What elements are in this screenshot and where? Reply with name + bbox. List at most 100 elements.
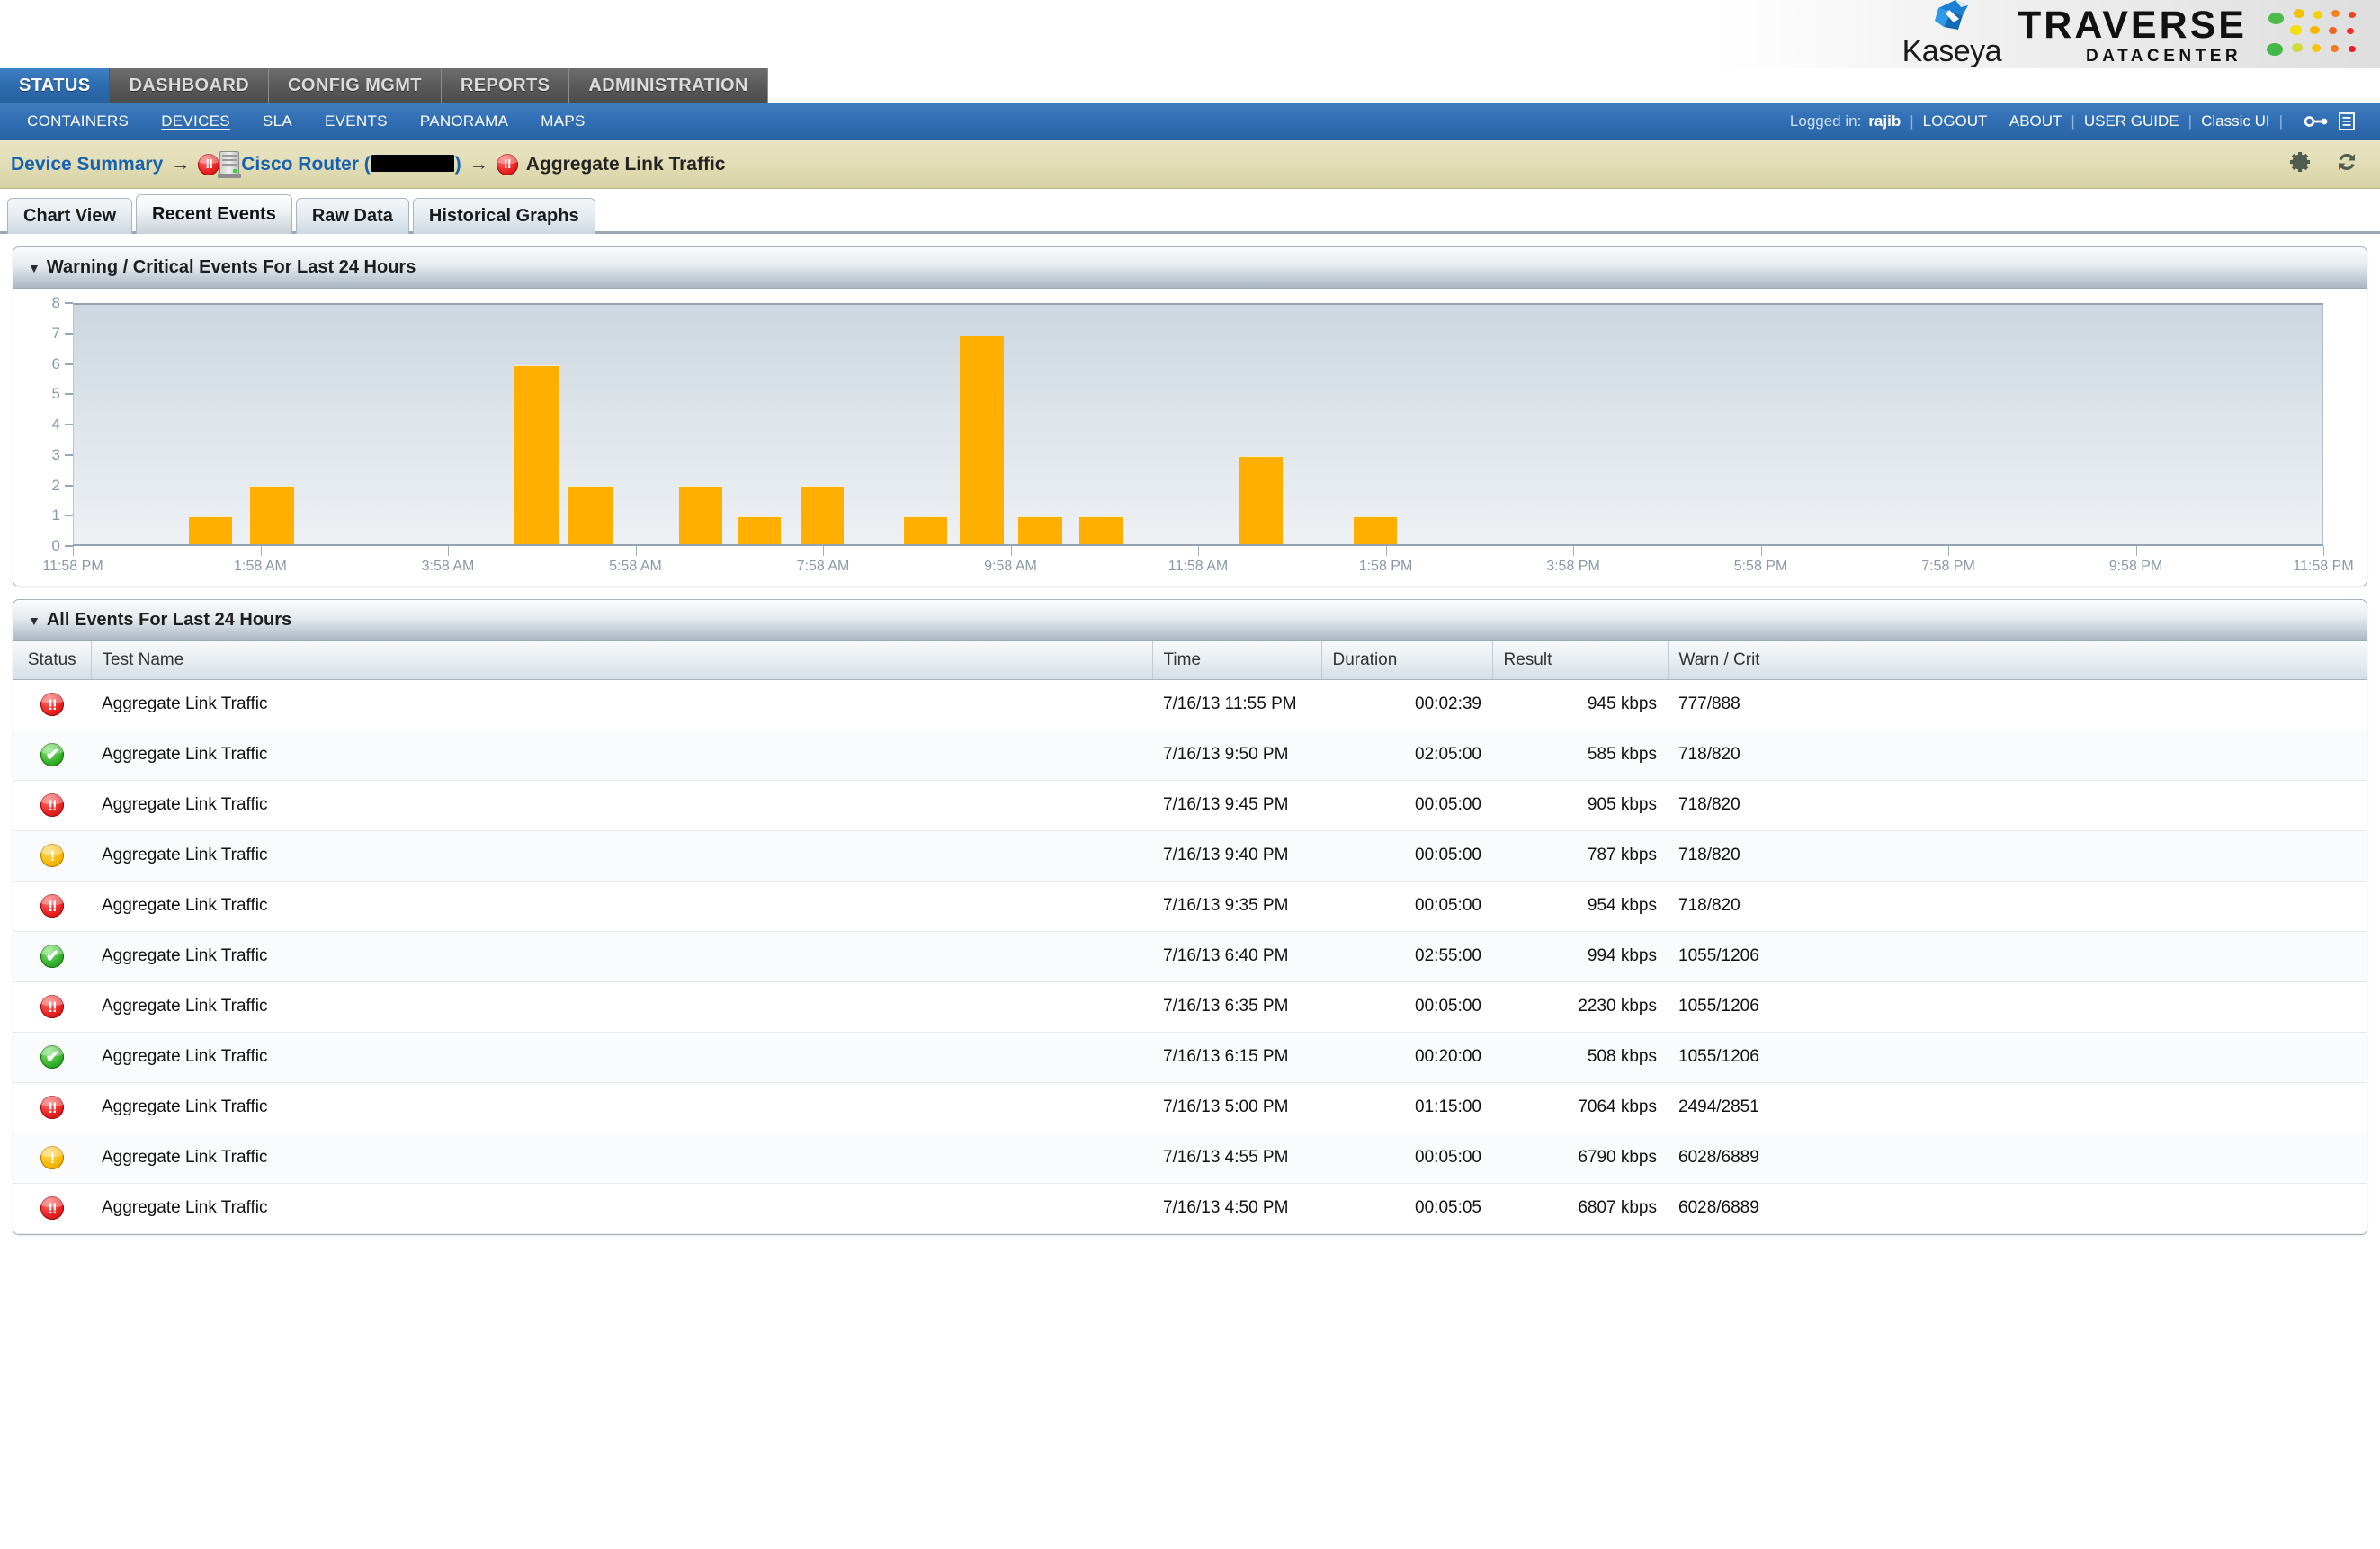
subnav-item-containers-label: CONTAINERS bbox=[27, 112, 130, 130]
key-icon[interactable] bbox=[2304, 114, 2328, 129]
subnav-item-maps[interactable]: MAPS bbox=[524, 112, 601, 130]
table-row[interactable]: !! Aggregate Link Traffic 7/16/13 9:35 PM 0… bbox=[13, 881, 2367, 932]
nav-item-config-mgmt[interactable]: CONFIG MGMT bbox=[269, 68, 442, 103]
user-guide-link[interactable]: USER GUIDE bbox=[2084, 112, 2179, 130]
chart-bar[interactable] bbox=[188, 515, 233, 546]
cell-test-name: Aggregate Link Traffic bbox=[91, 830, 1152, 882]
tab-raw-data[interactable]: Raw Data bbox=[295, 198, 409, 234]
chart-bar[interactable] bbox=[1018, 515, 1062, 546]
tab-recent-events[interactable]: Recent Events bbox=[136, 194, 292, 234]
chart-bar[interactable] bbox=[568, 486, 613, 546]
table-row[interactable]: ✔ Aggregate Link Traffic 7/16/13 6:15 PM 00… bbox=[13, 1032, 2367, 1083]
column-header-test-name[interactable]: Test Name bbox=[91, 641, 1153, 680]
chart-x-tick-label: 3:58 PM bbox=[1546, 559, 1600, 574]
logout-link[interactable]: LOGOUT bbox=[1923, 112, 1988, 130]
classic-ui-link[interactable]: Classic UI bbox=[2201, 112, 2270, 130]
chart-y-tick-mark bbox=[65, 515, 73, 517]
cell-duration: 00:05:05 bbox=[1321, 1183, 1492, 1234]
table-row[interactable]: !! Aggregate Link Traffic 7/16/13 11:55 PM… bbox=[13, 679, 2367, 730]
chart-bar[interactable] bbox=[250, 486, 294, 546]
table-row[interactable]: ✔ Aggregate Link Traffic 7/16/13 9:50 PM 02… bbox=[13, 730, 2367, 781]
events-table-head: Status Test Name Time Duration Result Wa… bbox=[13, 641, 2367, 680]
subnav-item-devices-label: DEVICES bbox=[161, 112, 230, 130]
table-row[interactable]: !! Aggregate Link Traffic 7/16/13 6:35 PM 0… bbox=[13, 981, 2367, 1033]
cell-result: 585 kbps bbox=[1492, 730, 1668, 781]
cell-time: 7/16/13 4:50 PM bbox=[1152, 1183, 1321, 1234]
nav-item-reports[interactable]: REPORTS bbox=[442, 68, 570, 103]
chart-x-tick-label: 1:58 AM bbox=[234, 559, 287, 574]
events-table-body: !! Aggregate Link Traffic 7/16/13 11:55 PM… bbox=[13, 679, 2367, 1234]
subnav-item-panorama[interactable]: PANORAMA bbox=[404, 112, 524, 130]
subnav-item-containers[interactable]: CONTAINERS bbox=[11, 112, 145, 130]
column-header-result[interactable]: Result bbox=[1492, 641, 1669, 680]
cell-duration: 00:05:00 bbox=[1321, 881, 1492, 932]
column-header-duration[interactable]: Duration bbox=[1321, 641, 1493, 680]
separator-1: | bbox=[1910, 112, 1914, 130]
cell-time: 7/16/13 4:55 PM bbox=[1152, 1133, 1321, 1184]
tab-chart-view[interactable]: Chart View bbox=[7, 198, 132, 234]
warning-critical-events-panel-title: Warning / Critical Events For Last 24 Ho… bbox=[46, 257, 416, 277]
breadcrumb-device-summary[interactable]: Device Summary bbox=[11, 154, 163, 175]
breadcrumb-device-name[interactable]: Cisco Router () bbox=[241, 154, 461, 175]
warning-critical-events-panel-header[interactable]: ▼ Warning / Critical Events For Last 24 … bbox=[13, 247, 2367, 289]
cell-time: 7/16/13 6:15 PM bbox=[1152, 1032, 1321, 1083]
collapse-caret-icon-2[interactable]: ▼ bbox=[28, 613, 40, 628]
table-row[interactable]: ! Aggregate Link Traffic 7/16/13 4:55 PM 00… bbox=[13, 1133, 2367, 1184]
chart-bar[interactable] bbox=[800, 486, 845, 546]
chart-y-tick-mark bbox=[65, 453, 73, 456]
chart-x-tick-mark bbox=[1760, 546, 1762, 556]
traverse-wordmark: TRAVERSE bbox=[2018, 3, 2247, 47]
chart-y-tick-label: 6 bbox=[51, 354, 60, 372]
cell-time: 7/16/13 11:55 PM bbox=[1152, 679, 1321, 730]
chart-x-tick-mark bbox=[823, 546, 824, 556]
subnav-item-sla-label: SLA bbox=[262, 112, 292, 130]
collapse-caret-icon[interactable]: ▼ bbox=[28, 261, 40, 275]
chart-bar[interactable] bbox=[737, 515, 782, 546]
kaseya-logo: Kaseya bbox=[1902, 0, 2002, 72]
chart-bar[interactable] bbox=[1078, 515, 1123, 546]
chart-bar[interactable] bbox=[1353, 515, 1398, 546]
column-header-time[interactable]: Time bbox=[1152, 641, 1322, 680]
table-row[interactable]: !! Aggregate Link Traffic 7/16/13 5:00 PM 0… bbox=[13, 1082, 2367, 1133]
nav-item-dashboard[interactable]: DASHBOARD bbox=[110, 68, 270, 103]
separator-4: | bbox=[2278, 112, 2283, 130]
column-header-status[interactable]: Status bbox=[13, 641, 92, 680]
column-header-warn-crit[interactable]: Warn / Crit bbox=[1668, 641, 2367, 680]
chart-x-tick-label: 9:58 AM bbox=[984, 559, 1037, 574]
chart-x-tick-mark bbox=[635, 546, 637, 556]
nav-item-administration[interactable]: ADMINISTRATION bbox=[569, 68, 768, 103]
cell-test-name: Aggregate Link Traffic bbox=[91, 981, 1152, 1033]
chart-y-tick-label: 1 bbox=[51, 506, 60, 524]
about-link[interactable]: ABOUT bbox=[2009, 112, 2062, 130]
table-row[interactable]: !! Aggregate Link Traffic 7/16/13 4:50 PM 0… bbox=[13, 1183, 2367, 1234]
all-events-panel: ▼ All Events For Last 24 Hours Status Te… bbox=[13, 599, 2367, 1235]
cell-result: 945 kbps bbox=[1492, 679, 1668, 730]
table-row[interactable]: ✔ Aggregate Link Traffic 7/16/13 6:40 PM 02… bbox=[13, 931, 2367, 982]
all-events-panel-header[interactable]: ▼ All Events For Last 24 Hours bbox=[13, 600, 2367, 641]
chart-x-tick-label: 3:58 AM bbox=[421, 559, 475, 574]
subnav-item-sla[interactable]: SLA bbox=[246, 112, 309, 130]
report-list-icon[interactable] bbox=[2339, 112, 2355, 130]
refresh-icon[interactable] bbox=[2335, 150, 2358, 178]
chart-y-tick-label: 2 bbox=[51, 476, 60, 494]
cell-warn-crit: 718/820 bbox=[1668, 881, 2367, 932]
subnav-item-events[interactable]: EVENTS bbox=[309, 112, 404, 130]
cell-duration: 02:55:00 bbox=[1321, 931, 1492, 982]
chart-bar[interactable] bbox=[678, 486, 723, 546]
tab-historical-graphs[interactable]: Historical Graphs bbox=[412, 198, 595, 234]
subnav-item-devices[interactable]: DEVICES bbox=[145, 112, 246, 130]
chart-bar[interactable] bbox=[960, 335, 1004, 546]
cell-duration: 02:05:00 bbox=[1321, 730, 1492, 781]
chart-y-tick-label: 0 bbox=[51, 537, 60, 554]
table-row[interactable]: ! Aggregate Link Traffic 7/16/13 9:40 PM 00… bbox=[13, 830, 2367, 882]
table-row[interactable]: !! Aggregate Link Traffic 7/16/13 9:45 PM 0… bbox=[13, 780, 2367, 831]
status-badge: !! bbox=[13, 881, 91, 932]
chart-bar[interactable] bbox=[1239, 455, 1283, 546]
cell-time: 7/16/13 5:00 PM bbox=[1152, 1082, 1321, 1133]
nav-item-status[interactable]: STATUS bbox=[0, 68, 111, 103]
traverse-subtitle: DATACENTER bbox=[2086, 46, 2242, 66]
chart-bar[interactable] bbox=[903, 515, 948, 546]
gear-icon[interactable] bbox=[2288, 150, 2312, 178]
sub-navigation: CONTAINERS DEVICES SLA EVENTS PANORAMA M… bbox=[0, 103, 2380, 140]
chart-bar[interactable] bbox=[514, 365, 559, 546]
